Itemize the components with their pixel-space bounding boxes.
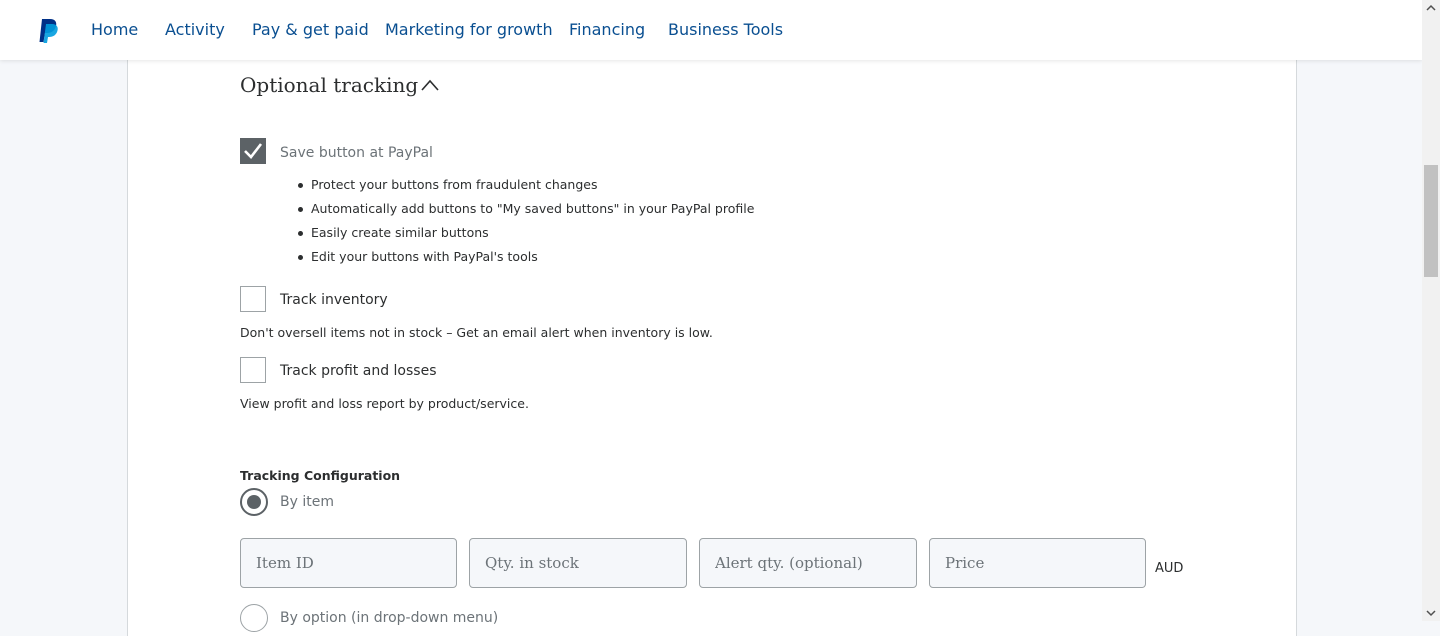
list-item: Easily create similar buttons [298,224,754,248]
section-title: Optional tracking [240,73,419,97]
list-item: Edit your buttons with PayPal's tools [298,248,754,272]
nav-home-link[interactable]: Home [91,20,138,39]
list-item: Protect your buttons from fraudulent cha… [298,176,754,200]
nav-business-tools-link[interactable]: Business Tools [668,20,783,39]
benefit-text: Easily create similar buttons [311,225,489,240]
benefit-text: Edit your buttons with PayPal's tools [311,249,538,264]
scroll-up-arrow-icon[interactable] [1422,0,1440,16]
track-profit-description: View profit and loss report by product/s… [240,396,529,411]
radio-selected-dot [247,495,261,509]
bullet-dot-icon [298,183,303,188]
save-button-label: Save button at PayPal [280,145,433,161]
track-profit-label: Track profit and losses [280,363,437,379]
by-option-label: By option (in drop-down menu) [280,610,499,626]
track-inventory-label: Track inventory [280,292,388,308]
bullet-dot-icon [298,231,303,236]
currency-label: AUD [1155,561,1184,576]
scrollbar-thumb[interactable] [1424,165,1438,277]
nav-financing-link[interactable]: Financing [569,20,645,39]
nav-pay-get-paid-link[interactable]: Pay & get paid [252,20,369,39]
vertical-scrollbar[interactable] [1422,0,1440,621]
qty-in-stock-input[interactable] [469,538,687,588]
nav-marketing-link[interactable]: Marketing for growth [385,20,553,39]
by-item-radio[interactable] [240,488,268,516]
item-id-input[interactable] [240,538,457,588]
benefit-text: Protect your buttons from fraudulent cha… [311,177,598,192]
tracking-configuration-heading: Tracking Configuration [240,468,401,483]
by-item-label: By item [280,494,334,510]
alert-qty-input[interactable] [699,538,917,588]
by-option-radio[interactable] [240,604,268,632]
track-inventory-description: Don't oversell items not in stock – Get … [240,325,713,340]
optional-tracking-toggle[interactable]: Optional tracking [240,73,439,97]
top-navigation-bar: Home Activity Pay & get paid Marketing f… [0,0,1422,60]
save-button-benefits-list: Protect your buttons from fraudulent cha… [298,176,754,272]
track-profit-checkbox[interactable] [240,357,266,383]
save-button-checkbox[interactable] [240,138,266,164]
scroll-down-arrow-icon[interactable] [1422,605,1440,621]
bullet-dot-icon [298,255,303,260]
bullet-dot-icon [298,207,303,212]
price-input[interactable] [929,538,1146,588]
paypal-logo-icon[interactable] [38,18,60,44]
benefit-text: Automatically add buttons to "My saved b… [311,201,755,216]
checkmark-icon [244,143,263,159]
list-item: Automatically add buttons to "My saved b… [298,200,754,224]
track-inventory-checkbox[interactable] [240,286,266,312]
nav-activity-link[interactable]: Activity [165,20,225,39]
chevron-up-icon [421,79,439,91]
